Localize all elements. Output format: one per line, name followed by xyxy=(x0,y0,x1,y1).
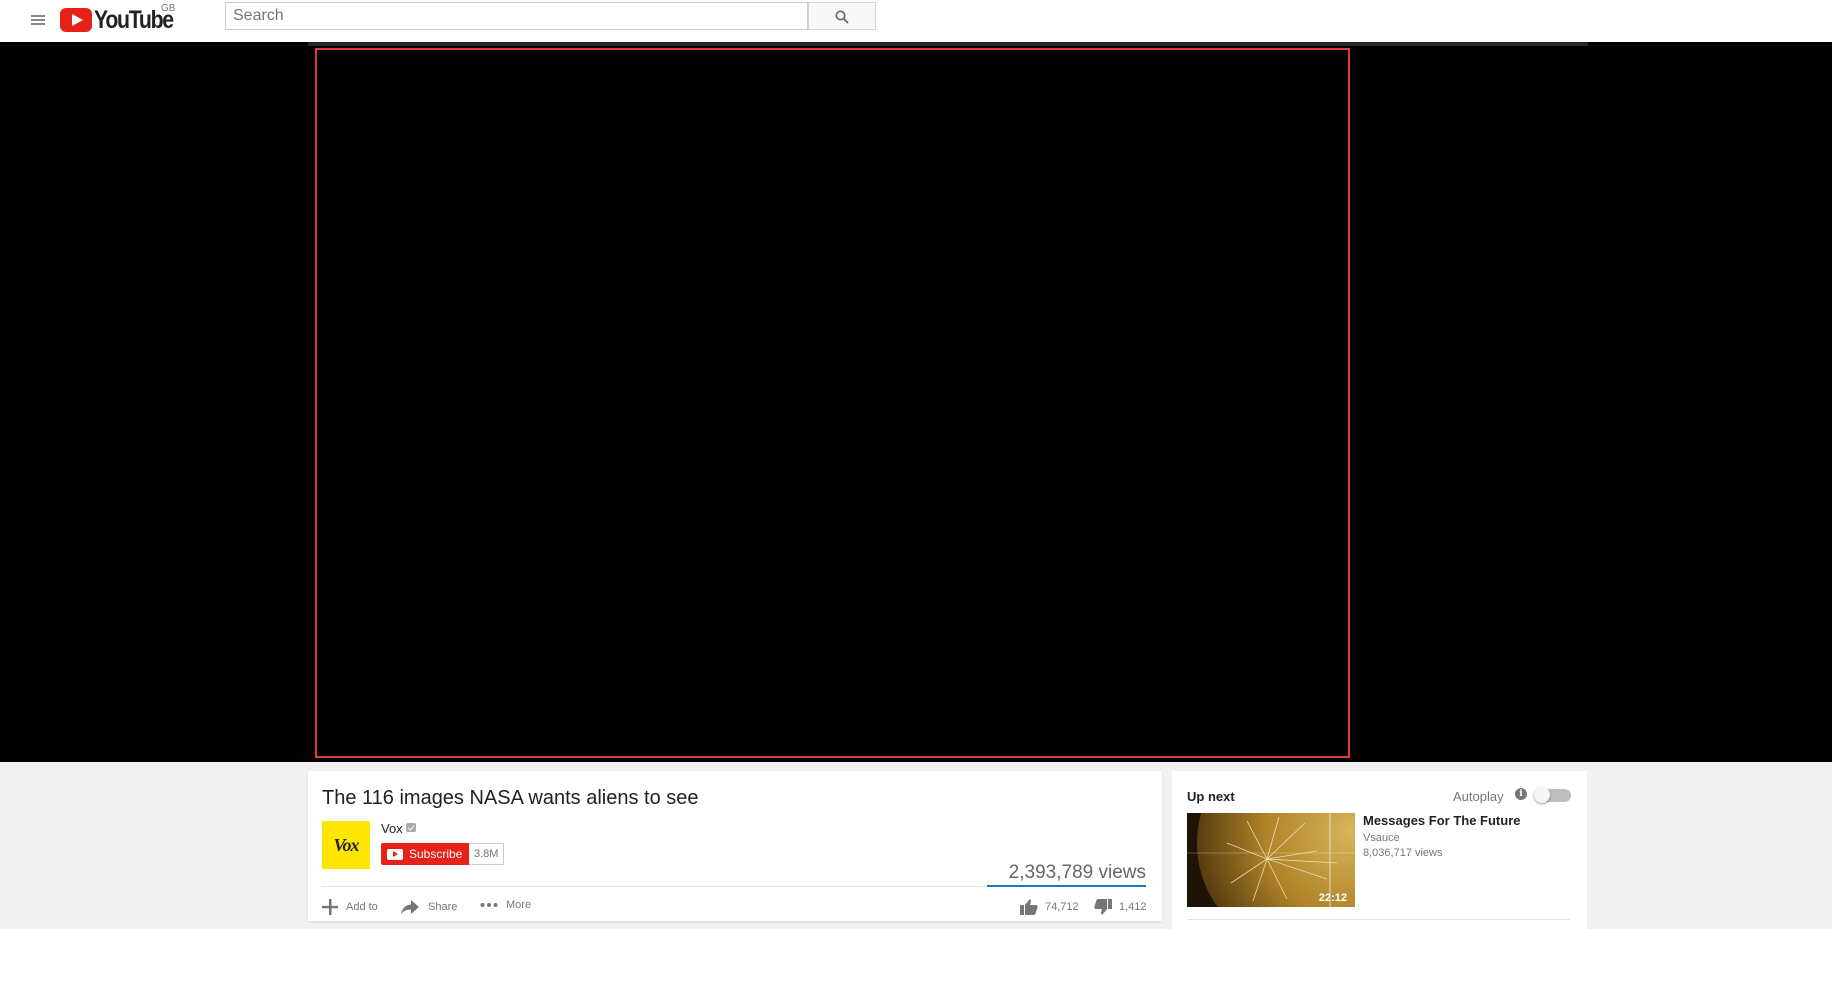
player-area xyxy=(0,42,1832,762)
subscribe-label: Subscribe xyxy=(409,847,463,861)
search-input[interactable] xyxy=(225,2,808,30)
sentiment-bar xyxy=(987,885,1146,887)
add-to-label: Add to xyxy=(346,901,378,913)
share-button[interactable]: Share xyxy=(400,899,457,915)
youtube-play-icon xyxy=(60,8,92,32)
info-icon[interactable]: i xyxy=(1515,788,1527,800)
toggle-knob xyxy=(1534,787,1550,803)
content-area: The 116 images NASA wants aliens to see … xyxy=(0,762,1832,929)
more-label: More xyxy=(506,899,532,911)
more-icon xyxy=(480,903,498,907)
menu-icon[interactable] xyxy=(28,10,48,30)
channel-name[interactable]: Vox xyxy=(381,821,403,836)
search-button[interactable] xyxy=(808,2,876,30)
subscriber-count: 3.8M xyxy=(469,843,505,865)
channel-avatar[interactable]: Vox xyxy=(322,821,370,869)
up-next-panel: Up next Autoplay i 22:12 Messages For Th… xyxy=(1172,771,1587,929)
youtube-play-icon xyxy=(387,848,403,860)
plus-icon xyxy=(322,899,338,915)
video-title: The 116 images NASA wants aliens to see xyxy=(322,787,699,809)
recommended-video-views: 8,036,717 views xyxy=(1363,847,1443,859)
like-count: 74,712 xyxy=(1045,901,1079,913)
dislike-button[interactable]: 1,412 xyxy=(1094,899,1147,915)
thumbs-down-icon xyxy=(1094,899,1112,915)
subscribe-button[interactable]: Subscribe xyxy=(381,843,471,865)
dislike-count: 1,412 xyxy=(1119,901,1147,913)
share-label: Share xyxy=(428,901,458,913)
player-top-bar xyxy=(308,42,1588,46)
view-count: 2,393,789 views xyxy=(1008,862,1146,883)
autoplay-toggle[interactable] xyxy=(1534,787,1571,803)
channel-avatar-text: Vox xyxy=(333,834,359,855)
like-button[interactable]: 74,712 xyxy=(1020,899,1079,915)
video-duration: 22:12 xyxy=(1318,892,1347,904)
verified-icon xyxy=(406,823,416,832)
recommended-video-channel: Vsauce xyxy=(1363,832,1400,844)
share-icon xyxy=(401,900,419,915)
recommended-video-title[interactable]: Messages For The Future xyxy=(1363,813,1520,828)
country-code: GB xyxy=(161,3,176,14)
more-button[interactable]: More xyxy=(480,899,531,911)
video-info-card: The 116 images NASA wants aliens to see … xyxy=(308,771,1162,921)
search-icon xyxy=(835,10,849,24)
divider xyxy=(1187,919,1570,920)
thumbs-up-icon xyxy=(1020,899,1038,915)
recommended-video-thumbnail[interactable]: 22:12 xyxy=(1187,813,1355,907)
masthead: YouTube GB xyxy=(0,0,1832,42)
autoplay-label: Autoplay xyxy=(1453,789,1504,804)
add-to-button[interactable]: Add to xyxy=(322,899,378,915)
video-player[interactable] xyxy=(315,48,1350,758)
up-next-label: Up next xyxy=(1187,789,1235,804)
youtube-logo[interactable]: YouTube GB xyxy=(60,3,187,35)
